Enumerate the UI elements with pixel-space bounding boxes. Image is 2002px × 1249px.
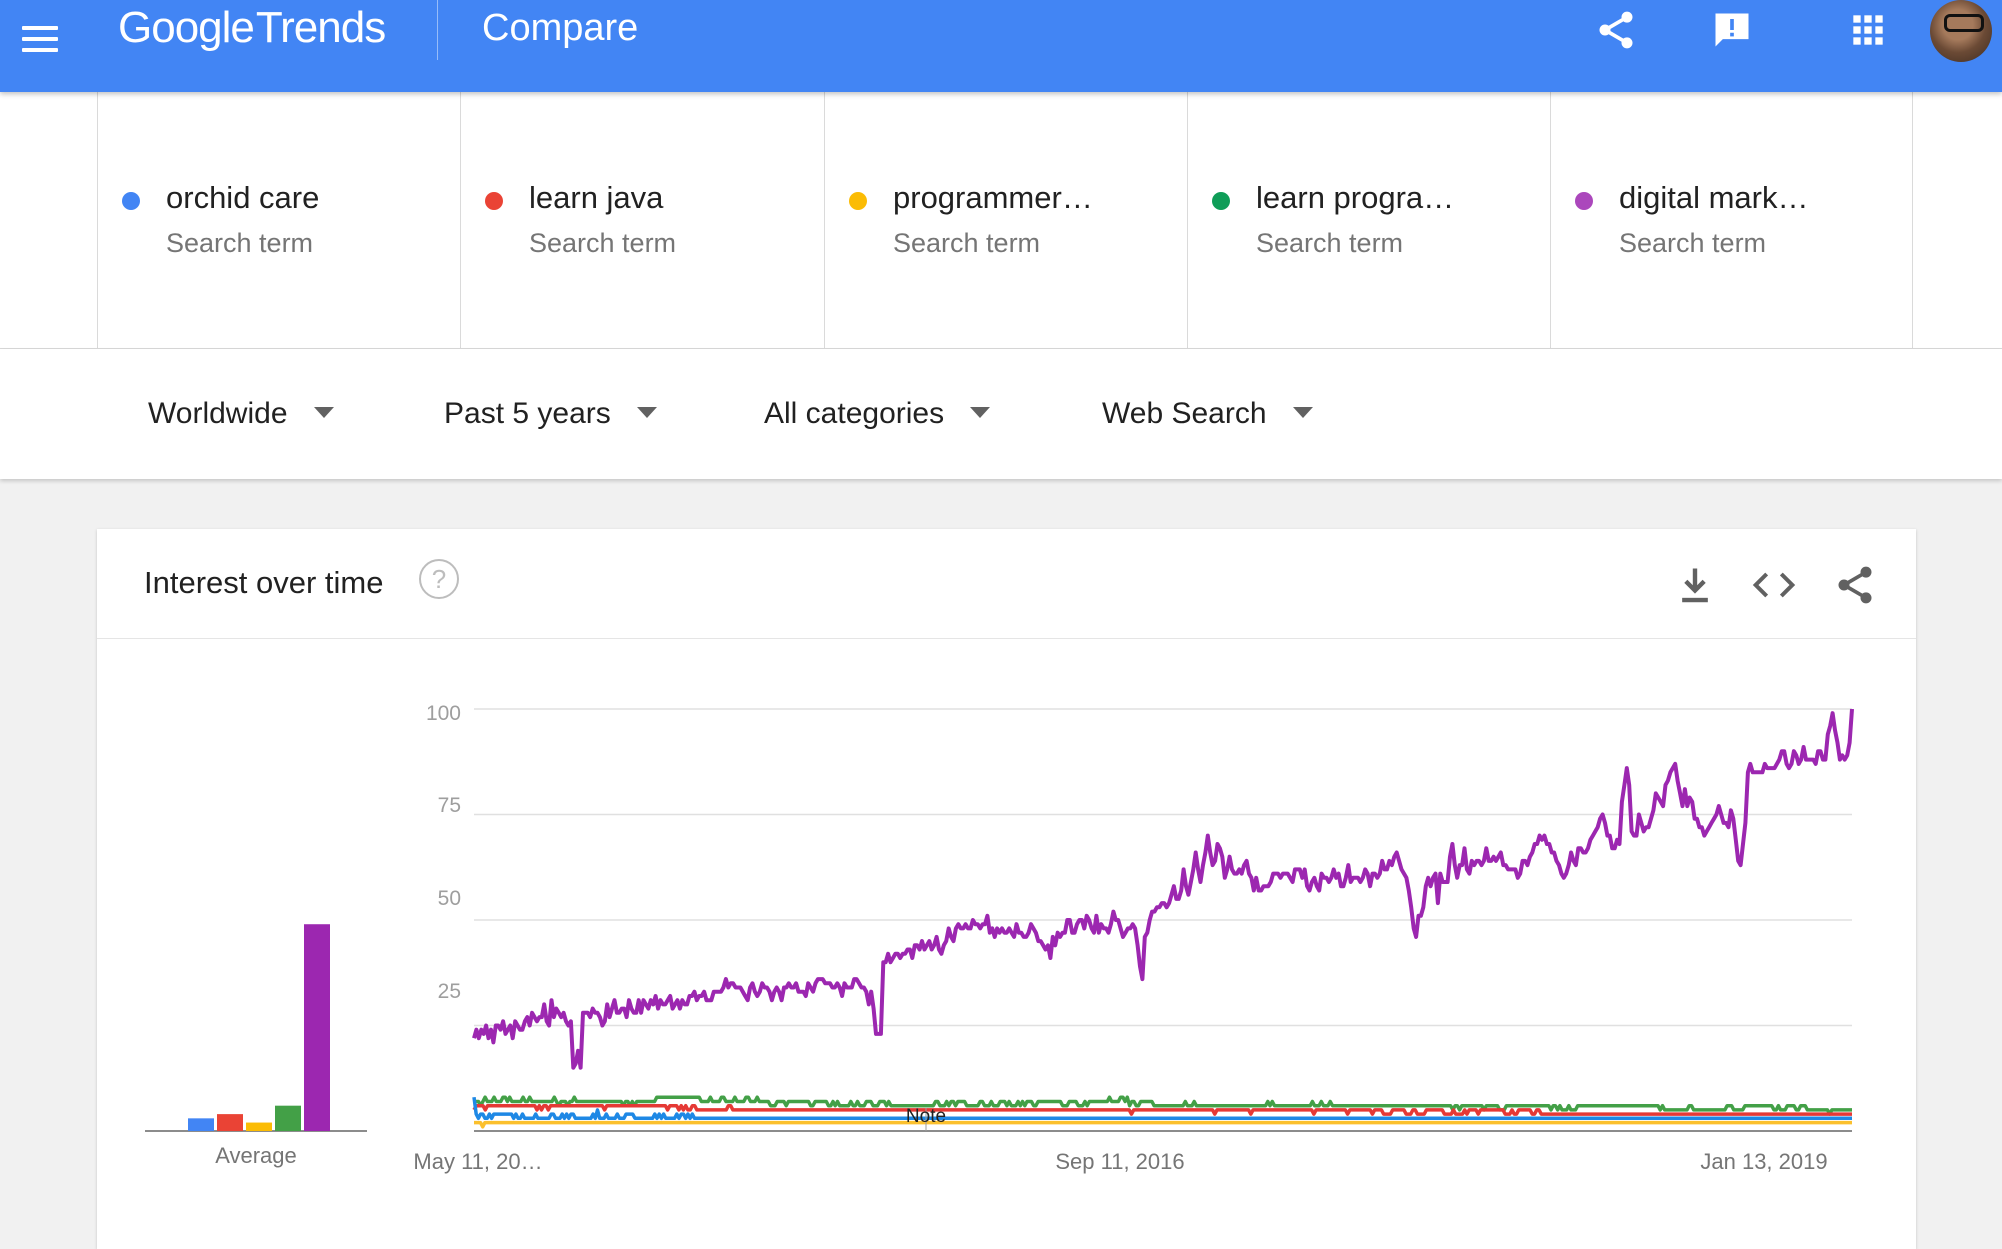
card-title: Interest over time (144, 565, 384, 600)
y-tick-label: 75 (438, 794, 461, 817)
time-range-value: Past 5 years (444, 397, 611, 430)
term-color-dot (485, 192, 503, 210)
search-term-chip-4[interactable]: learn progra… Search term (1187, 92, 1550, 348)
term-color-dot (1575, 192, 1593, 210)
term-color-dot (1212, 192, 1230, 210)
chart-grid (474, 708, 1852, 1027)
logo-trends-text: Trends (255, 3, 386, 52)
term-name: orchid care (166, 180, 320, 215)
chart-series (472, 708, 1854, 1129)
term-color-dot (122, 192, 140, 210)
term-name: programmer… (893, 180, 1093, 215)
x-tick-label: May 11, 20… (413, 1149, 542, 1174)
region-dropdown-value: Worldwide (148, 397, 288, 430)
search-term-chip-1[interactable]: orchid care Search term (97, 92, 460, 348)
region-dropdown[interactable]: Worldwide (148, 349, 334, 479)
term-name: learn progra… (1256, 180, 1455, 215)
hamburger-menu-icon[interactable] (18, 18, 62, 62)
chevron-down-icon (636, 406, 657, 418)
download-icon[interactable] (1673, 563, 1717, 607)
term-type: Search term (1256, 228, 1404, 258)
term-type: Search term (1619, 228, 1767, 258)
search-type-dropdown[interactable]: Web Search (1102, 349, 1313, 479)
search-term-chip-5[interactable]: digital mark… Search term (1550, 92, 1913, 348)
chevron-down-icon (970, 406, 991, 418)
term-type: Search term (166, 228, 314, 258)
y-tick-label: 25 (438, 980, 461, 1003)
y-tick-label: 100 (426, 702, 461, 725)
feedback-icon[interactable] (1710, 8, 1754, 52)
search-term-chip-3[interactable]: programmer… Search term (824, 92, 1187, 348)
average-bar[interactable] (188, 1118, 214, 1131)
term-color-dot (849, 192, 867, 210)
search-term-chip-2[interactable]: learn java Search term (460, 92, 823, 348)
x-tick-label: Jan 13, 2019 (1700, 1149, 1827, 1174)
header-divider (437, 0, 438, 60)
term-type: Search term (893, 228, 1041, 258)
average-label: Average (215, 1143, 297, 1168)
filters-bar: Worldwide Past 5 years All categories We… (0, 349, 2002, 479)
chevron-down-icon (1292, 406, 1313, 418)
note-annotation[interactable]: Note (906, 1106, 946, 1127)
x-tick-label: Sep 11, 2016 (1055, 1149, 1184, 1174)
share-icon[interactable] (1833, 563, 1877, 607)
category-value: All categories (764, 397, 945, 430)
term-type: Search term (529, 228, 677, 258)
series-line[interactable] (472, 708, 1854, 1070)
average-bar[interactable] (217, 1114, 243, 1131)
average-bar[interactable] (304, 924, 330, 1131)
search-terms-bar: orchid care Search term learn java Searc… (0, 92, 2002, 349)
interest-chart: Average 100 75 50 25 May 11, 20… Sep 11,… (145, 702, 1854, 1174)
account-avatar[interactable] (1930, 0, 1992, 62)
share-icon[interactable] (1594, 8, 1638, 52)
series-line[interactable] (474, 1120, 1852, 1129)
average-bar[interactable] (275, 1105, 301, 1131)
search-type-value: Web Search (1102, 397, 1267, 430)
term-name: digital mark… (1619, 180, 1809, 215)
embed-code-icon[interactable] (1752, 563, 1796, 607)
y-tick-label: 50 (438, 887, 461, 910)
time-range-dropdown[interactable]: Past 5 years (444, 349, 657, 479)
page-title: Compare (482, 7, 639, 49)
chevron-down-icon (313, 406, 334, 418)
category-dropdown[interactable]: All categories (764, 349, 991, 479)
average-bar[interactable] (246, 1122, 272, 1131)
logo-google-text: Google (118, 3, 255, 52)
apps-grid-icon[interactable] (1846, 8, 1890, 52)
average-bars (188, 924, 330, 1131)
card-header: Interest over time ? (97, 529, 1916, 639)
interest-over-time-card: Interest over time ? Average 100 75 50 2… (97, 529, 1916, 1249)
help-icon[interactable]: ? (419, 559, 459, 599)
top-app-bar: GoogleTrends Compare (0, 0, 2002, 92)
google-trends-logo[interactable]: GoogleTrends (118, 0, 386, 56)
term-name: learn java (529, 180, 664, 215)
